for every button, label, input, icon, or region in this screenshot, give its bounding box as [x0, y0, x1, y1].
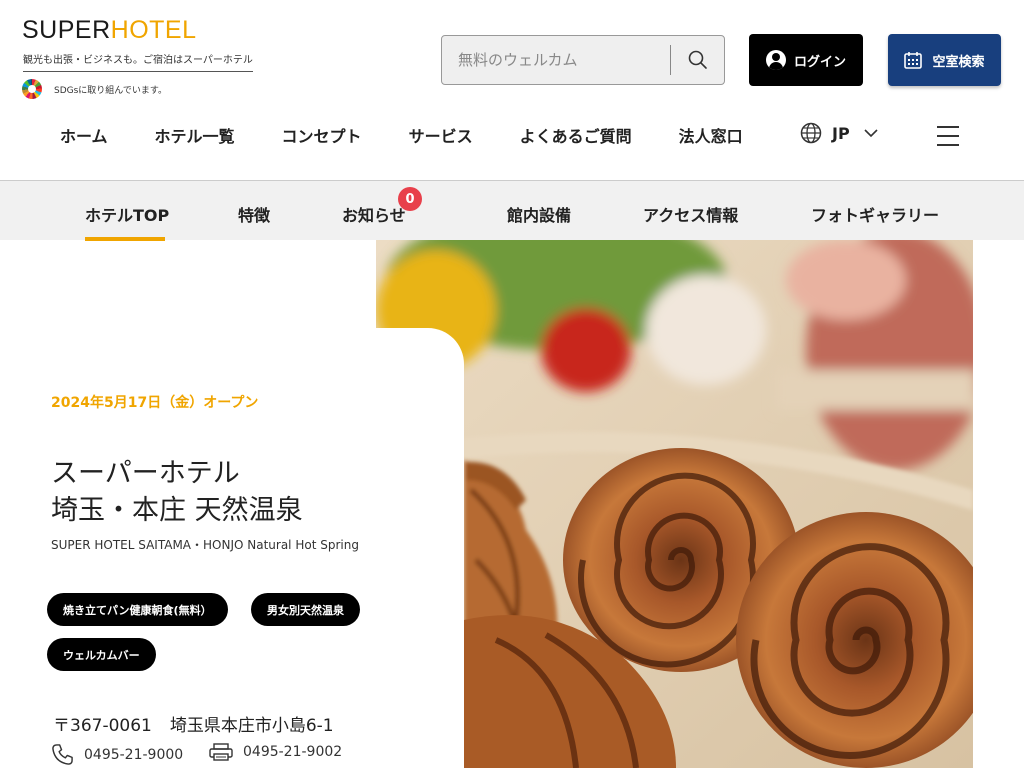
chevron-down-icon [864, 129, 878, 138]
tab-hotel-top[interactable]: ホテルTOP [85, 202, 169, 226]
notice-count-badge: 0 [398, 187, 422, 211]
sdgs-link[interactable]: SDGsに取り組んでいます。 [22, 79, 167, 99]
sdgs-text: SDGsに取り組んでいます。 [54, 85, 167, 96]
nav-home[interactable]: ホーム [60, 123, 108, 147]
tag-welcome-bar: ウェルカムバー [47, 638, 156, 671]
vacancy-label: 空室検索 [932, 54, 985, 70]
hotel-name-line2: 埼玉・本庄 天然温泉 [51, 495, 303, 526]
vacancy-search-button[interactable]: 空室検索 [888, 34, 1001, 86]
language-label: JP [832, 123, 850, 143]
hotel-name: スーパーホテル 埼玉・本庄 天然温泉 [51, 455, 303, 529]
hotel-name-english: SUPER HOTEL SAITAMA・HONJO Natural Hot Sp… [51, 538, 359, 552]
phone-number: 0495-21-9000 [84, 746, 184, 763]
fax-number: 0495-21-9002 [243, 744, 343, 760]
tab-facilities[interactable]: 館内設備 [507, 202, 571, 226]
site-logo[interactable]: SUPERHOTEL [22, 16, 197, 45]
hotel-subnav: ホテルTOP 特徴 お知らせ 館内設備 アクセス情報 フォトギャラリー [0, 180, 1024, 241]
tab-features[interactable]: 特徴 [238, 202, 270, 226]
nav-service[interactable]: サービス [409, 123, 473, 147]
login-label: ログイン [793, 54, 846, 70]
search-box [441, 35, 725, 85]
tab-access[interactable]: アクセス情報 [643, 202, 738, 226]
nav-concept[interactable]: コンセプト [282, 123, 362, 147]
search-icon [688, 50, 707, 69]
fax-contact: 0495-21-9002 [209, 743, 342, 761]
fax-icon [209, 743, 233, 761]
postal-code: 〒367-0061 [53, 716, 152, 736]
active-tab-indicator [85, 237, 165, 241]
tag-hot-spring: 男女別天然温泉 [251, 593, 360, 626]
nav-hotel-list[interactable]: ホテル一覧 [155, 123, 235, 147]
hero-breakfast-photo [376, 240, 973, 768]
login-button[interactable]: ログイン [749, 34, 863, 86]
tagline: 観光も出張・ビジネスも。ご宿泊はスーパーホテル [23, 51, 253, 72]
phone-icon [52, 744, 73, 765]
calendar-icon [904, 52, 923, 69]
menu-icon[interactable] [937, 126, 959, 146]
hotel-name-line1: スーパーホテル [51, 458, 240, 489]
site-header: SUPERHOTEL 観光も出張・ビジネスも。ご宿泊はスーパーホテル SDGsに… [0, 0, 1024, 180]
main-nav: ホーム ホテル一覧 コンセプト サービス よくあるご質問 法人窓口 [60, 123, 790, 147]
language-selector[interactable]: JP [800, 122, 878, 144]
logo-part-hotel: HOTEL [110, 16, 197, 44]
nav-corporate[interactable]: 法人窓口 [679, 123, 743, 147]
nav-faq[interactable]: よくあるご質問 [520, 123, 632, 147]
logo-part-super: SUPER [22, 16, 111, 44]
phone-contact[interactable]: 0495-21-9000 [51, 743, 183, 766]
tab-news[interactable]: お知らせ [342, 202, 406, 226]
sdgs-icon [22, 79, 42, 99]
user-icon [765, 50, 786, 70]
address-text: 埼玉県本庄市小島6-1 [169, 716, 334, 736]
search-input[interactable] [442, 36, 670, 84]
tab-photo-gallery[interactable]: フォトギャラリー [811, 202, 939, 226]
open-date: 2024年5月17日（金）オープン [51, 395, 259, 411]
tag-breakfast: 焼き立てパン健康朝食(無料） [47, 593, 228, 626]
search-button[interactable] [671, 36, 725, 84]
hotel-address: 〒367-0061 埼玉県本庄市小島6-1 [53, 711, 334, 736]
globe-icon [800, 122, 822, 144]
